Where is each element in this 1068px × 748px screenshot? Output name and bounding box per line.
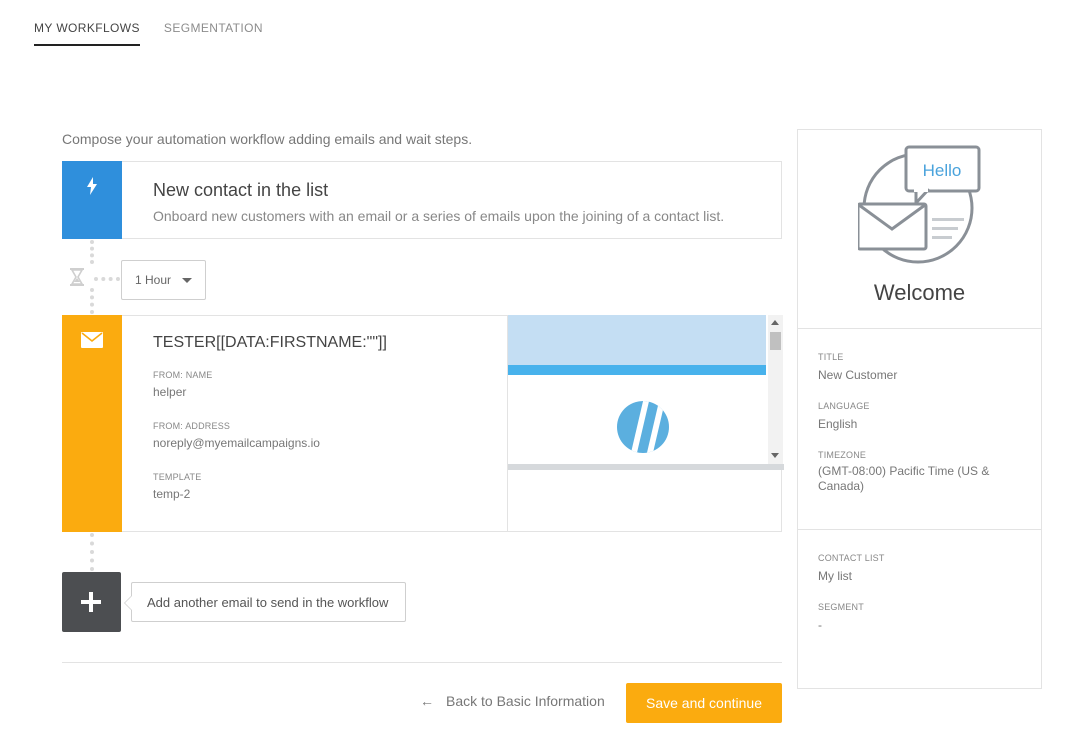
welcome-illustration-icon: Hello xyxy=(858,145,981,264)
email-preview[interactable] xyxy=(507,315,784,532)
email-step-card[interactable]: TESTER[[DATA:FIRSTNAME:""]] FROM: NAME h… xyxy=(62,315,784,532)
email-stripe xyxy=(62,315,122,532)
arrow-left-icon: ← xyxy=(420,693,434,709)
brand-logo-icon xyxy=(617,401,669,453)
from-name-label: FROM: NAME xyxy=(153,370,213,380)
sidebar-divider xyxy=(798,328,1041,329)
connector xyxy=(90,533,94,571)
connector xyxy=(90,288,94,314)
segment-label: SEGMENT xyxy=(818,602,864,612)
contact-list-label: CONTACT LIST xyxy=(818,553,885,563)
connector xyxy=(94,277,120,281)
from-address-label: FROM: ADDRESS xyxy=(153,421,231,431)
hello-bubble-text: Hello xyxy=(923,161,962,180)
scroll-up-icon[interactable] xyxy=(771,320,779,325)
email-preview-frame xyxy=(508,315,784,470)
sidebar-title: Welcome xyxy=(873,280,966,305)
tab-my-workflows[interactable]: MY WORKFLOWS xyxy=(34,20,140,46)
title-label: TITLE xyxy=(818,352,844,362)
template-value: temp-2 xyxy=(153,487,191,501)
email-subject: TESTER[[DATA:FIRSTNAME:""]] xyxy=(153,334,387,351)
contact-list-value: My list xyxy=(818,569,852,583)
template-label: TEMPLATE xyxy=(153,472,202,482)
workflow-summary-panel: Hello Welcome TITLE New Customer LANGUAG… xyxy=(797,129,1042,689)
envelope-icon xyxy=(81,332,103,348)
save-and-continue-button[interactable]: Save and continue xyxy=(626,683,782,723)
back-to-basic-information-link[interactable]: ← Back to Basic Information xyxy=(420,693,605,709)
intro-text: Compose your automation workflow adding … xyxy=(62,131,473,147)
from-address-value: noreply@myemailcampaigns.io xyxy=(153,436,320,450)
sidebar-divider xyxy=(798,529,1041,530)
lightning-bolt-icon xyxy=(87,177,97,195)
divider xyxy=(62,662,782,663)
preview-accent-bar xyxy=(508,365,766,375)
language-label: LANGUAGE xyxy=(818,401,870,411)
trigger-title: New contact in the list xyxy=(153,180,329,200)
timezone-value: (GMT-08:00) Pacific Time (US & Canada) xyxy=(818,464,990,493)
preview-header-band xyxy=(508,315,766,365)
trigger-card[interactable]: New contact in the list Onboard new cust… xyxy=(62,161,782,239)
language-value: English xyxy=(818,417,858,431)
wait-duration-select[interactable]: 1 Hour xyxy=(121,260,206,300)
hourglass-icon xyxy=(70,268,84,286)
plus-icon xyxy=(81,592,101,612)
title-value: New Customer xyxy=(818,368,898,382)
preview-bottom-strip xyxy=(508,464,784,470)
trigger-description: Onboard new customers with an email or a… xyxy=(153,208,725,224)
add-email-button[interactable] xyxy=(62,572,121,632)
timezone-label: TIMEZONE xyxy=(818,450,867,460)
tab-bar: MY WORKFLOWS SEGMENTATION xyxy=(34,20,287,46)
preview-scrollbar[interactable] xyxy=(768,315,783,464)
scroll-down-icon[interactable] xyxy=(771,453,779,458)
from-name-value: helper xyxy=(153,385,187,399)
segment-value: - xyxy=(818,618,822,632)
back-link-label: Back to Basic Information xyxy=(446,693,605,709)
trigger-stripe xyxy=(62,161,122,239)
add-email-tooltip[interactable]: Add another email to send in the workflo… xyxy=(124,582,406,622)
chevron-down-icon xyxy=(182,277,192,283)
tab-segmentation[interactable]: SEGMENTATION xyxy=(164,20,263,46)
add-email-label: Add another email to send in the workflo… xyxy=(147,594,389,610)
connector xyxy=(90,240,94,264)
scroll-thumb[interactable] xyxy=(770,332,781,350)
wait-duration-value: 1 Hour xyxy=(135,273,172,287)
